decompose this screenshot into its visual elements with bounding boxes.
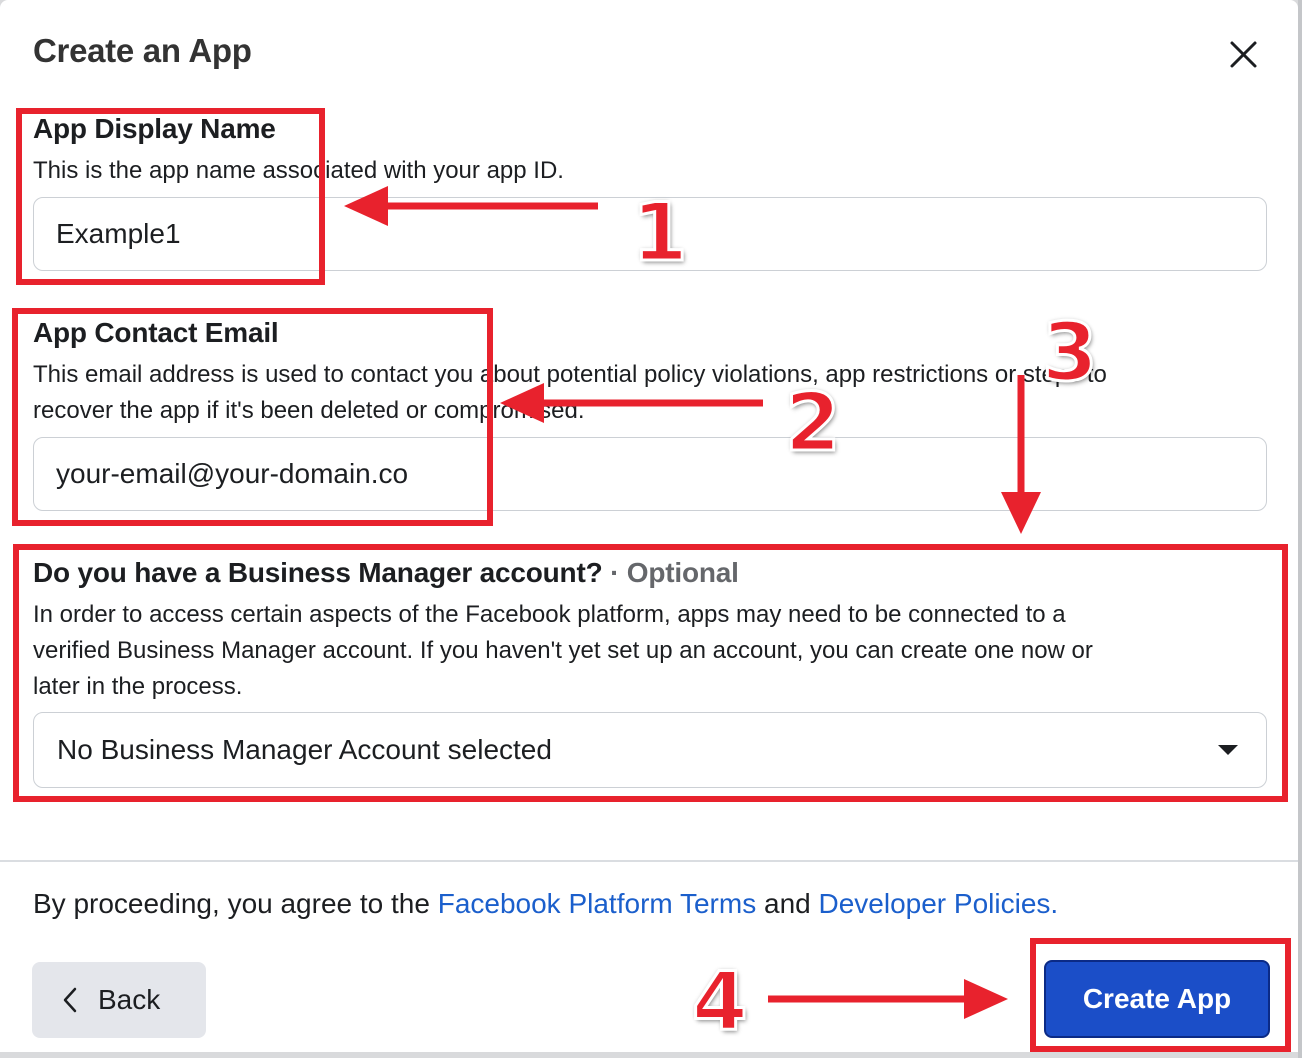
business-manager-description-line3: later in the process. <box>33 673 243 700</box>
caret-down-icon <box>1218 745 1238 755</box>
step-number-2: 2 <box>784 376 843 469</box>
create-app-button[interactable]: Create App <box>1044 960 1270 1038</box>
background-page-edge <box>1298 0 1302 1058</box>
developer-policies-link[interactable]: Developer Policies. <box>819 888 1059 919</box>
chevron-left-icon <box>62 986 78 1014</box>
create-app-button-label: Create App <box>1082 983 1232 1014</box>
dialog-title: Create an App <box>33 32 252 69</box>
business-manager-description-line2: verified Business Manager account. If yo… <box>33 637 1093 664</box>
back-button[interactable]: Back <box>32 962 206 1038</box>
back-button-label: Back <box>98 984 161 1015</box>
business-manager-label: Do you have a Business Manager account? … <box>33 557 739 589</box>
facebook-platform-terms-link[interactable]: Facebook Platform Terms <box>438 888 757 919</box>
business-manager-selected-value: No Business Manager Account selected <box>57 734 552 765</box>
step-number-1: 1 <box>631 186 690 279</box>
business-manager-select[interactable]: No Business Manager Account selected <box>33 712 1267 788</box>
optional-tag: · Optional <box>610 557 739 588</box>
step-number-4: 4 <box>691 955 750 1048</box>
terms-text: By proceeding, you agree to the Facebook… <box>33 888 1058 920</box>
create-app-dialog: Create an App App Display Name This is t… <box>0 0 1298 1052</box>
business-manager-question: Do you have a Business Manager account? <box>33 557 603 588</box>
app-contact-email-description-line2: recover the app if it's been deleted or … <box>33 397 585 424</box>
terms-and: and <box>756 888 819 919</box>
close-icon[interactable] <box>1222 34 1264 76</box>
step-number-3: 3 <box>1041 306 1100 399</box>
app-contact-email-description-line1: This email address is used to contact yo… <box>33 361 1107 388</box>
app-contact-email-label: App Contact Email <box>33 317 279 348</box>
business-manager-description-line1: In order to access certain aspects of th… <box>33 601 1066 628</box>
app-contact-email-input[interactable] <box>33 437 1267 511</box>
footer-divider <box>0 860 1298 862</box>
app-display-name-label: App Display Name <box>33 113 276 144</box>
terms-prefix: By proceeding, you agree to the <box>33 888 438 919</box>
app-display-name-description: This is the app name associated with you… <box>33 157 564 184</box>
